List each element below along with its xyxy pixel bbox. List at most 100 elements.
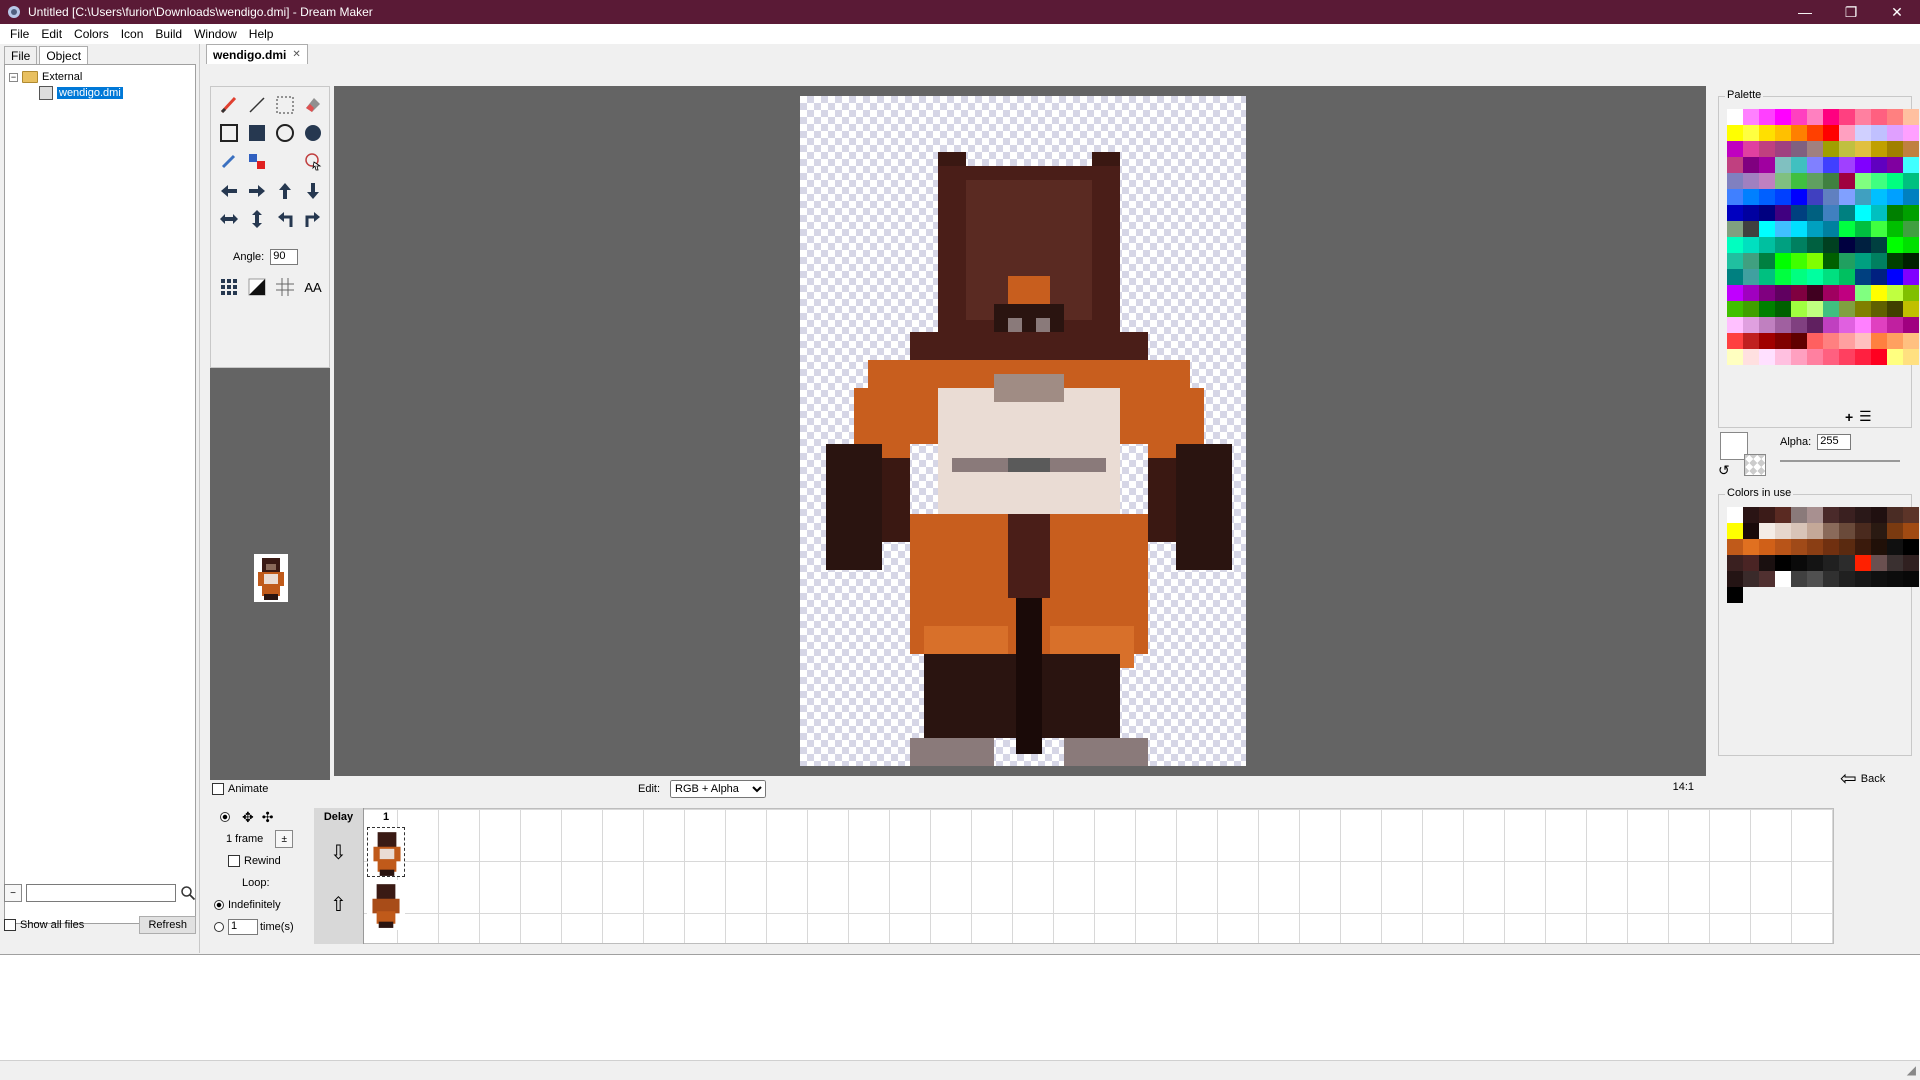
color-in-use-swatch[interactable] xyxy=(1759,507,1775,523)
palette-swatch[interactable] xyxy=(1871,301,1887,317)
palette-swatch[interactable] xyxy=(1887,285,1903,301)
palette-swatch[interactable] xyxy=(1855,205,1871,221)
color-in-use-swatch[interactable] xyxy=(1727,539,1743,555)
rectangle-icon[interactable] xyxy=(217,121,241,145)
palette-swatch[interactable] xyxy=(1791,317,1807,333)
flip-horizontal-icon[interactable] xyxy=(217,207,241,231)
shift-left-icon[interactable] xyxy=(217,179,241,203)
rotate-frames-icon[interactable]: ✣ xyxy=(262,809,274,826)
palette-swatch[interactable] xyxy=(1743,269,1759,285)
palette-swatch[interactable] xyxy=(1759,157,1775,173)
color-in-use-swatch[interactable] xyxy=(1807,555,1823,571)
palette-swatch[interactable] xyxy=(1759,189,1775,205)
color-in-use-swatch[interactable] xyxy=(1887,555,1903,571)
frames-stepper[interactable]: ± xyxy=(275,830,294,848)
palette-swatch[interactable] xyxy=(1775,189,1791,205)
palette-swatch[interactable] xyxy=(1743,317,1759,333)
tree-item-external[interactable]: − External xyxy=(9,69,191,85)
menu-file[interactable]: File xyxy=(4,27,35,41)
palette-swatch[interactable] xyxy=(1903,141,1919,157)
palette-swatch[interactable] xyxy=(1791,301,1807,317)
tree-item-wendigo[interactable]: wendigo.dmi xyxy=(9,85,191,101)
palette-swatch[interactable] xyxy=(1791,269,1807,285)
palette-swatch[interactable] xyxy=(1743,189,1759,205)
search-input[interactable] xyxy=(26,884,176,902)
eyedropper-icon[interactable] xyxy=(217,149,241,173)
palette-swatch[interactable] xyxy=(1727,125,1743,141)
color-in-use-swatch[interactable] xyxy=(1871,571,1887,587)
select-icon[interactable] xyxy=(273,93,297,117)
color-in-use-swatch[interactable] xyxy=(1839,507,1855,523)
palette-swatch[interactable] xyxy=(1743,349,1759,365)
palette-swatch[interactable] xyxy=(1727,317,1743,333)
palette-swatch[interactable] xyxy=(1775,125,1791,141)
palette-swatch[interactable] xyxy=(1743,205,1759,221)
palette-swatch[interactable] xyxy=(1759,349,1775,365)
palette-swatch[interactable] xyxy=(1887,157,1903,173)
maximize-button[interactable]: ❐ xyxy=(1828,0,1874,24)
palette-swatch[interactable] xyxy=(1855,189,1871,205)
tab-wendigo-dmi[interactable]: wendigo.dmi ✕ xyxy=(206,44,308,64)
color-in-use-swatch[interactable] xyxy=(1727,523,1743,539)
palette-swatch[interactable] xyxy=(1839,317,1855,333)
palette-swatch[interactable] xyxy=(1903,285,1919,301)
palette-swatch[interactable] xyxy=(1823,205,1839,221)
swap-colors-icon[interactable]: ↺ xyxy=(1718,462,1730,479)
secondary-color-swatch[interactable] xyxy=(1744,454,1766,476)
frame-1-thumb-up[interactable] xyxy=(367,880,405,930)
color-in-use-swatch[interactable] xyxy=(1839,539,1855,555)
palette-swatch[interactable] xyxy=(1839,333,1855,349)
palette-swatch[interactable] xyxy=(1727,189,1743,205)
rewind-checkbox[interactable] xyxy=(228,855,240,867)
palette-swatch[interactable] xyxy=(1839,269,1855,285)
palette-swatch[interactable] xyxy=(1839,253,1855,269)
color-in-use-swatch[interactable] xyxy=(1791,571,1807,587)
color-in-use-swatch[interactable] xyxy=(1807,539,1823,555)
palette-swatch[interactable] xyxy=(1791,221,1807,237)
frame-1-thumb-down[interactable] xyxy=(367,827,405,877)
refresh-button[interactable]: Refresh xyxy=(139,916,196,934)
palette-swatch[interactable] xyxy=(1759,285,1775,301)
palette-swatch[interactable] xyxy=(1743,333,1759,349)
palette-swatch[interactable] xyxy=(1743,285,1759,301)
palette-swatch[interactable] xyxy=(1871,109,1887,125)
palette-swatch[interactable] xyxy=(1727,333,1743,349)
palette-swatch[interactable] xyxy=(1807,237,1823,253)
palette-swatch[interactable] xyxy=(1839,157,1855,173)
color-in-use-swatch[interactable] xyxy=(1871,523,1887,539)
palette-swatch[interactable] xyxy=(1775,269,1791,285)
color-in-use-swatch[interactable] xyxy=(1727,555,1743,571)
palette-swatch[interactable] xyxy=(1823,125,1839,141)
palette-swatch[interactable] xyxy=(1791,189,1807,205)
palette-swatch[interactable] xyxy=(1855,237,1871,253)
palette-swatch[interactable] xyxy=(1823,253,1839,269)
palette-swatch[interactable] xyxy=(1855,109,1871,125)
palette-swatch[interactable] xyxy=(1855,269,1871,285)
palette-swatch[interactable] xyxy=(1807,173,1823,189)
color-in-use-swatch[interactable] xyxy=(1727,571,1743,587)
palette-swatch[interactable] xyxy=(1775,301,1791,317)
color-in-use-swatch[interactable] xyxy=(1855,507,1871,523)
palette-swatch[interactable] xyxy=(1871,269,1887,285)
palette-swatch[interactable] xyxy=(1871,333,1887,349)
color-in-use-swatch[interactable] xyxy=(1791,507,1807,523)
palette-swatch[interactable] xyxy=(1759,333,1775,349)
palette-swatch[interactable] xyxy=(1855,141,1871,157)
back-button[interactable]: ⇦ Back xyxy=(1840,766,1885,791)
palette-swatch[interactable] xyxy=(1871,157,1887,173)
palette-swatch[interactable] xyxy=(1743,125,1759,141)
resize-grip-icon[interactable]: ◢ xyxy=(1907,1063,1916,1077)
color-in-use-swatch[interactable] xyxy=(1871,507,1887,523)
filled-ellipse-icon[interactable] xyxy=(301,121,325,145)
palette-swatch[interactable] xyxy=(1903,237,1919,253)
palette-swatch[interactable] xyxy=(1839,125,1855,141)
palette-swatch[interactable] xyxy=(1759,141,1775,157)
close-tab-icon[interactable]: ✕ xyxy=(292,49,300,60)
palette-swatch[interactable] xyxy=(1759,109,1775,125)
color-in-use-swatch[interactable] xyxy=(1775,507,1791,523)
indefinitely-radio[interactable] xyxy=(214,900,224,910)
palette-swatch[interactable] xyxy=(1855,125,1871,141)
angle-input[interactable]: 90 xyxy=(270,249,299,265)
color-in-use-swatch[interactable] xyxy=(1743,555,1759,571)
palette-swatch[interactable] xyxy=(1839,237,1855,253)
